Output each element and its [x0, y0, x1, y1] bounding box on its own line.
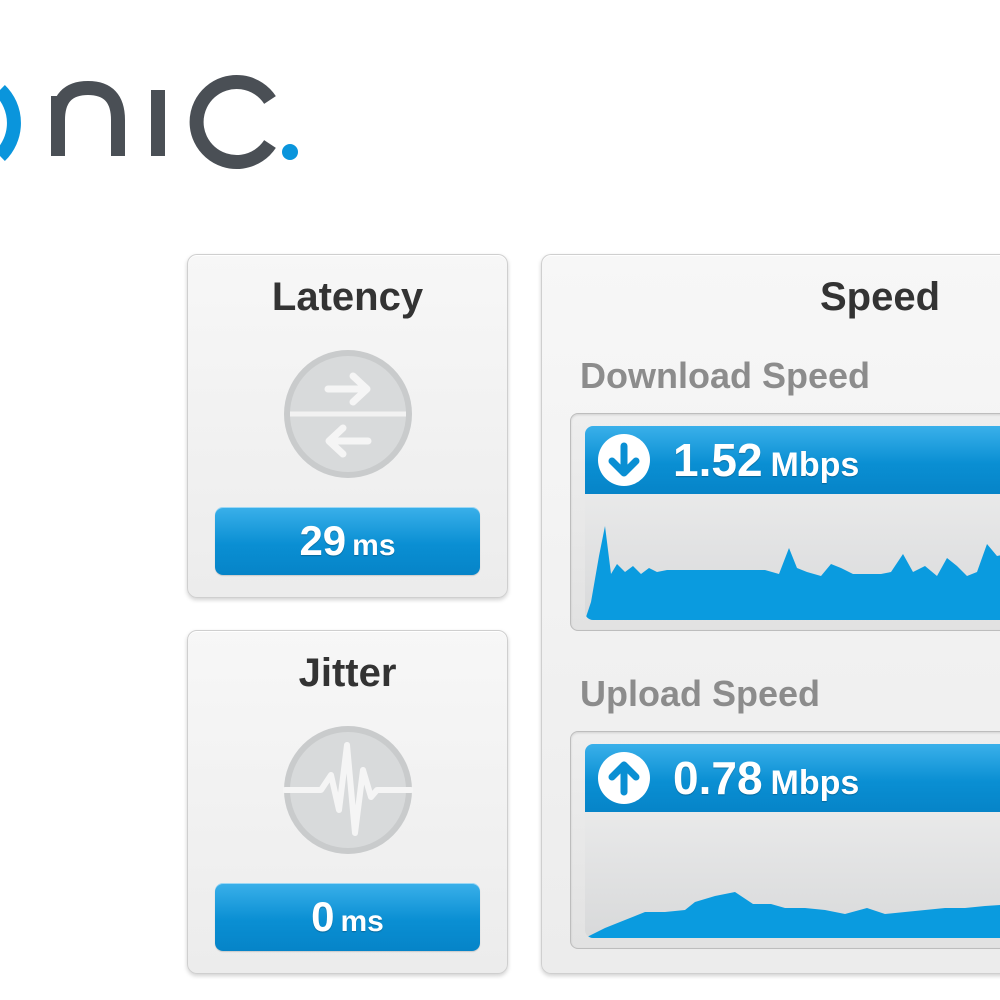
sonic-logo — [0, 30, 320, 180]
latency-value: 29 — [299, 517, 347, 564]
upload-graph: 0.78 Mbps — [570, 731, 1000, 949]
speed-card: Speed Download Speed 1.52 Mbps Upload Sp… — [541, 254, 1000, 974]
upload-speed-area — [585, 892, 1000, 938]
download-speed-area — [585, 526, 1000, 620]
jitter-value: 0 — [311, 893, 335, 940]
upload-speed-chart — [585, 892, 1000, 938]
logo-wordmark — [0, 75, 298, 169]
latency-unit: ms — [352, 529, 396, 562]
upload-value-number: 0.78 — [673, 752, 763, 804]
arrow-up-circle-icon — [598, 752, 650, 804]
speed-test-page: Latency 29 ms Jitter 0 ms Speed Download… — [0, 0, 1000, 1000]
upload-value-bar: 0.78 Mbps — [585, 744, 1000, 812]
upload-value-unit: Mbps — [770, 764, 860, 802]
download-value-bar: 1.52 Mbps — [585, 426, 1000, 494]
jitter-value-pill: 0 ms — [215, 883, 480, 951]
download-value-number: 1.52 — [673, 434, 763, 486]
jitter-card: Jitter 0 ms — [187, 630, 508, 974]
jitter-title: Jitter — [298, 651, 397, 695]
latency-card: Latency 29 ms — [187, 254, 508, 598]
latency-title: Latency — [271, 275, 424, 319]
speed-title: Speed — [819, 275, 941, 319]
upload-graph-inner: 0.78 Mbps — [585, 744, 1000, 938]
download-value-unit: Mbps — [770, 446, 860, 484]
download-graph-inner: 1.52 Mbps — [585, 426, 1000, 620]
arrow-down-circle-icon — [598, 434, 650, 486]
download-speed-chart — [585, 526, 1000, 620]
heartbeat-wave-icon — [282, 725, 414, 855]
latency-arrows-icon — [283, 349, 413, 479]
download-speed-label: Download Speed — [580, 355, 871, 396]
upload-speed-label: Upload Speed — [580, 673, 821, 714]
jitter-unit: ms — [340, 905, 384, 938]
latency-value-pill: 29 ms — [215, 507, 480, 575]
download-graph: 1.52 Mbps — [570, 413, 1000, 631]
